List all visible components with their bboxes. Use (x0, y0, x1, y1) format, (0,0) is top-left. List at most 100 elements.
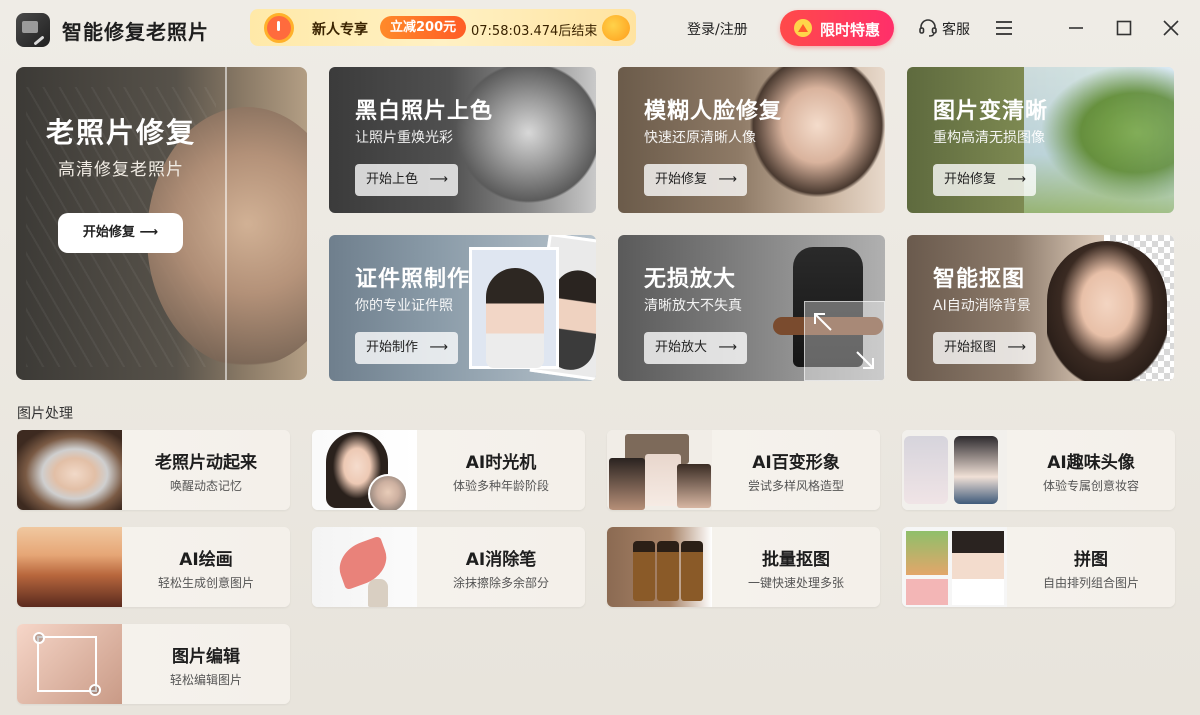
alarm-clock-icon (256, 11, 300, 45)
vip-offer-label: 限时特惠 (820, 21, 881, 39)
button-label: 开始修复 (944, 172, 997, 187)
card-title: 黑白照片上色 (355, 99, 494, 124)
app-logo-icon (16, 13, 50, 47)
portrait-image (1047, 241, 1167, 381)
promo-label: 新人专享 (312, 22, 368, 38)
button-label: 开始制作 (366, 340, 419, 355)
start-sharpen-button[interactable]: 开始修复 ⟶ (933, 164, 1036, 196)
tool-title: AI消除笔 (465, 550, 537, 570)
portrait-image (446, 67, 596, 213)
sharpen-card[interactable]: 图片变清晰 重构高清无损图像 开始修复 ⟶ (907, 67, 1174, 213)
tool-thumbnail (17, 430, 122, 510)
card-subtitle: AI自动消除背景 (933, 298, 1031, 314)
arrow-right-icon: ⟶ (1007, 172, 1026, 187)
face-restore-card[interactable]: 模糊人脸修复 快速还原清晰人像 开始修复 ⟶ (618, 67, 885, 213)
card-title: 无损放大 (644, 267, 737, 292)
tool-title: AI百变形象 (752, 453, 840, 473)
hero-title: 老照片修复 (45, 116, 196, 149)
headset-icon (919, 19, 937, 37)
card-subtitle: 重构高清无损图像 (933, 130, 1045, 146)
maximize-icon[interactable] (1110, 14, 1138, 42)
expand-arrows-icon (814, 313, 874, 369)
tool-title: 图片编辑 (172, 647, 240, 667)
minimize-icon[interactable] (1062, 14, 1090, 42)
id-photo-card[interactable]: 证件照制作 你的专业证件照 开始制作 ⟶ (329, 235, 596, 381)
tool-batch-cutout[interactable]: 批量抠图 一键快速处理多张 (607, 527, 880, 607)
coupon-icon (602, 15, 630, 41)
tool-fun-avatar[interactable]: AI趣味头像 体验专属创意妆容 (902, 430, 1175, 510)
app-title: 智能修复老照片 (62, 20, 209, 44)
start-cutout-button[interactable]: 开始抠图 ⟶ (933, 332, 1036, 364)
tool-subtitle: 尝试多样风格造型 (747, 479, 844, 493)
crown-icon (794, 19, 812, 37)
login-register-link[interactable]: 登录/注册 (687, 19, 748, 39)
card-subtitle: 让照片重焕光彩 (355, 130, 453, 146)
old-photo-restore-card[interactable]: 老照片修复 高清修复老照片 开始修复 ⟶ (16, 67, 307, 380)
tool-thumbnail (312, 430, 417, 510)
id-photo-image (469, 247, 559, 369)
card-title: 智能抠图 (933, 267, 1026, 292)
button-label: 开始抠图 (944, 340, 997, 355)
tool-title: 拼图 (1074, 550, 1108, 570)
tool-subtitle: 轻松生成创意图片 (157, 576, 254, 590)
tool-subtitle: 一键快速处理多张 (747, 576, 844, 590)
tool-subtitle: 唤醒动态记忆 (169, 479, 242, 493)
arrow-right-icon: ⟶ (718, 340, 737, 355)
promo-countdown: 07:58:03.474后结束 (471, 24, 598, 39)
menu-icon[interactable] (990, 14, 1018, 42)
tool-image-editor[interactable]: 图片编辑 轻松编辑图片 (17, 624, 290, 704)
tool-subtitle: 涂抹擦除多余部分 (452, 576, 549, 590)
tool-ai-painting[interactable]: AI绘画 轻松生成创意图片 (17, 527, 290, 607)
colorize-card[interactable]: 黑白照片上色 让照片重焕光彩 开始上色 ⟶ (329, 67, 596, 213)
promo-banner[interactable]: 新人专享 立减200元 07:58:03.474后结束 (250, 9, 636, 46)
tool-thumbnail (607, 430, 712, 510)
tool-subtitle: 自由排列组合图片 (1042, 576, 1139, 590)
button-label: 开始修复 (655, 172, 708, 187)
button-label: 开始上色 (366, 172, 419, 187)
hero-subtitle: 高清修复老照片 (58, 160, 184, 180)
tool-thumbnail (17, 527, 122, 607)
card-title: 证件照制作 (355, 267, 471, 292)
tool-time-machine[interactable]: AI时光机 体验多种年龄阶段 (312, 430, 585, 510)
tool-title: AI时光机 (465, 453, 537, 473)
tool-title: AI绘画 (179, 550, 233, 570)
tool-style-transform[interactable]: AI百变形象 尝试多样风格造型 (607, 430, 880, 510)
start-restore-label: 开始修复 (82, 225, 135, 240)
card-subtitle: 你的专业证件照 (355, 298, 453, 314)
tool-title: 老照片动起来 (155, 453, 257, 473)
upscale-card[interactable]: 无损放大 清晰放大不失真 开始放大 ⟶ (618, 235, 885, 381)
card-title: 图片变清晰 (933, 99, 1049, 124)
card-subtitle: 快速还原清晰人像 (644, 130, 756, 146)
tool-animate-photo[interactable]: 老照片动起来 唤醒动态记忆 (17, 430, 290, 510)
start-upscale-button[interactable]: 开始放大 ⟶ (644, 332, 747, 364)
start-restore-button[interactable]: 开始修复 ⟶ (58, 213, 183, 253)
arrow-right-icon: ⟶ (429, 340, 448, 355)
card-title: 模糊人脸修复 (644, 99, 783, 124)
tool-title: 批量抠图 (762, 550, 830, 570)
customer-service-label: 客服 (942, 22, 970, 38)
arrow-right-icon: ⟶ (429, 172, 448, 187)
arrow-right-icon: ⟶ (139, 225, 159, 240)
tool-thumbnail (607, 527, 712, 607)
close-icon[interactable] (1157, 14, 1185, 42)
tool-thumbnail (902, 430, 1007, 510)
tool-collage[interactable]: 拼图 自由排列组合图片 (902, 527, 1175, 607)
start-colorize-button[interactable]: 开始上色 ⟶ (355, 164, 458, 196)
portrait-image (735, 67, 885, 213)
tool-subtitle: 轻松编辑图片 (169, 673, 242, 687)
tool-subtitle: 体验多种年龄阶段 (452, 479, 549, 493)
cutout-card[interactable]: 智能抠图 AI自动消除背景 开始抠图 ⟶ (907, 235, 1174, 381)
promo-discount-badge: 立减200元 (380, 16, 467, 39)
card-subtitle: 清晰放大不失真 (644, 298, 742, 314)
title-bar: 智能修复老照片 新人专享 立减200元 07:58:03.474后结束 登录/注… (0, 0, 1200, 56)
arrow-right-icon: ⟶ (1007, 340, 1026, 355)
start-id-photo-button[interactable]: 开始制作 ⟶ (355, 332, 458, 364)
tool-thumbnail (17, 624, 122, 704)
vip-offer-button[interactable]: 限时特惠 (780, 10, 894, 46)
tool-title: AI趣味头像 (1047, 453, 1135, 473)
landscape-image (1024, 67, 1174, 213)
tool-eraser[interactable]: AI消除笔 涂抹擦除多余部分 (312, 527, 585, 607)
start-face-restore-button[interactable]: 开始修复 ⟶ (644, 164, 747, 196)
zoom-preview (804, 301, 885, 381)
tool-thumbnail (312, 527, 417, 607)
